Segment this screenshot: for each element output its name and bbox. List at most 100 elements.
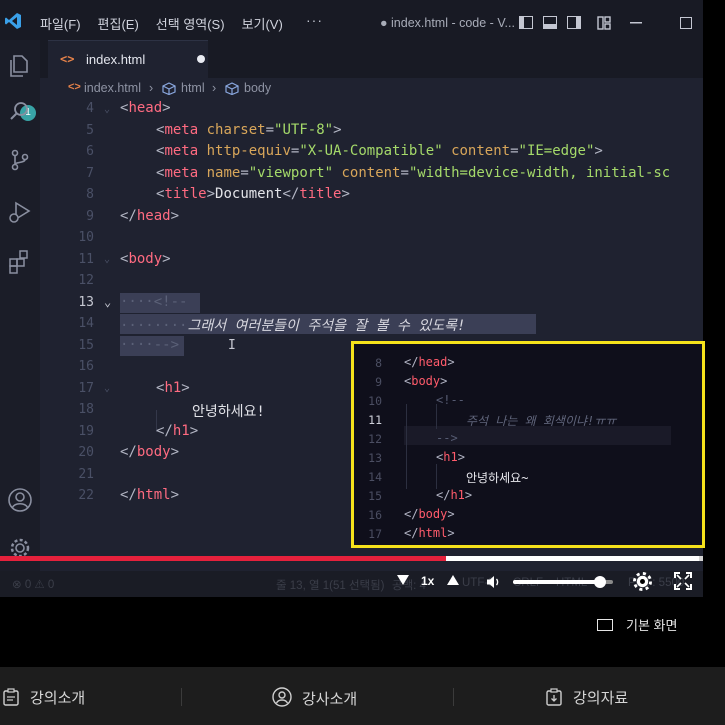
- code-line: -->: [436, 431, 458, 445]
- line-number: 14: [78, 316, 94, 331]
- maximize-icon[interactable]: [680, 17, 692, 29]
- code-line: <h1>: [156, 380, 190, 396]
- minimize-icon[interactable]: [630, 22, 642, 24]
- line-number: 18: [78, 402, 94, 417]
- played-range: [0, 556, 446, 561]
- breadcrumb-body[interactable]: body: [244, 81, 271, 95]
- speed-down-icon[interactable]: [397, 575, 409, 585]
- default-view-label: 기본 화면: [626, 618, 678, 633]
- code-line: 안녕하세요!: [192, 404, 265, 420]
- lecture-nav-bar: 강의소개 강사소개 강의자료: [0, 667, 725, 725]
- speed-up-icon[interactable]: [447, 575, 459, 585]
- fold-chevron-icon[interactable]: ⌄: [104, 104, 110, 115]
- line-number: 16: [368, 508, 382, 522]
- line-number: 13: [368, 451, 382, 465]
- line-number: 15: [368, 489, 382, 503]
- breadcrumb: <> index.html › html › body: [40, 78, 703, 98]
- user-icon: [272, 687, 292, 707]
- right-edge: [703, 0, 725, 597]
- code-line: <meta http-equiv="X-UA-Compatible" conte…: [156, 143, 603, 159]
- account-icon[interactable]: [6, 486, 34, 514]
- menu-file[interactable]: 파일(F): [40, 14, 81, 33]
- line-number: 9: [86, 209, 94, 224]
- source-control-icon[interactable]: [6, 146, 34, 174]
- more-menus-button[interactable]: ···: [306, 12, 323, 28]
- line-number: 5: [86, 123, 94, 138]
- toggle-sidebar-icon[interactable]: [519, 16, 533, 29]
- menu-bar: 파일(F) 편집(E) 선택 영역(S) 보기(V): [40, 14, 283, 33]
- toggle-secondary-sidebar-icon[interactable]: [567, 16, 581, 29]
- menu-view[interactable]: 보기(V): [242, 14, 283, 33]
- toggle-panel-icon[interactable]: [543, 16, 557, 29]
- code-line: </h1>: [436, 488, 473, 502]
- code-line: <head>: [120, 100, 171, 116]
- breadcrumb-html[interactable]: html: [181, 81, 205, 95]
- line-number: 9: [375, 375, 382, 389]
- fold-chevron-icon[interactable]: ⌄: [104, 295, 111, 309]
- breadcrumb-file[interactable]: index.html: [84, 81, 141, 95]
- line-number: 7: [86, 166, 94, 181]
- customize-layout-icon[interactable]: [597, 16, 611, 30]
- code-line: 안녕하세요~: [466, 471, 529, 485]
- line-number: 14: [368, 470, 382, 484]
- code-line: </body>: [120, 444, 180, 460]
- line-number: 6: [86, 144, 94, 159]
- video-progress-bar[interactable]: [0, 556, 703, 561]
- code-line: <title>Document</title>: [156, 186, 350, 202]
- nav-instructor-intro[interactable]: 강사소개: [272, 687, 357, 709]
- element-cube-icon: [225, 82, 239, 95]
- line-number: 12: [368, 432, 382, 446]
- fold-chevron-icon[interactable]: ⌄: [104, 254, 110, 265]
- line-number: 8: [86, 187, 94, 202]
- extensions-icon[interactable]: [6, 248, 34, 276]
- nav-lecture-intro-label: 강의소개: [30, 690, 86, 707]
- indent-guide: [436, 404, 437, 429]
- line-number: 15: [78, 338, 94, 353]
- line-number: 4: [86, 101, 94, 116]
- code-line: <meta charset="UTF-8">: [156, 122, 342, 138]
- editor-tab-bar: <> index.html: [40, 40, 703, 78]
- line-number-current: 11: [368, 413, 382, 427]
- unsaved-dot-icon[interactable]: [197, 55, 205, 63]
- code-line: </head>: [404, 355, 455, 369]
- indent-guide: [436, 464, 437, 489]
- nav-lecture-materials[interactable]: 강의자료: [545, 687, 628, 708]
- code-line: </head>: [120, 208, 180, 224]
- code-line: ········그래서 여러분들이 주석을 잘 볼 수 있도록!: [120, 318, 466, 334]
- code-line: ····<!--: [120, 294, 188, 310]
- default-view-button[interactable]: 기본 화면: [597, 615, 677, 634]
- nav-instructor-intro-label: 강사소개: [302, 691, 358, 708]
- fold-chevron-icon[interactable]: ⌄: [104, 383, 110, 394]
- code-line: </html>: [120, 487, 180, 503]
- nav-lecture-intro[interactable]: 강의소개: [2, 687, 85, 708]
- line-number-current: 13: [78, 295, 94, 310]
- html-file-icon: <>: [60, 52, 75, 66]
- activity-bar: 1: [0, 40, 40, 597]
- download-file-icon: [546, 688, 562, 706]
- line-number: 17: [368, 527, 382, 541]
- code-line: <!--: [436, 393, 465, 407]
- explorer-icon[interactable]: [6, 52, 34, 80]
- volume-knob[interactable]: [594, 576, 606, 588]
- line-number: 10: [368, 394, 382, 408]
- nav-lecture-materials-label: 강의자료: [573, 690, 629, 707]
- fullscreen-icon[interactable]: [674, 572, 692, 590]
- playback-speed: 1x: [421, 574, 435, 588]
- volume-slider[interactable]: [513, 576, 613, 588]
- tab-index-html[interactable]: <> index.html: [48, 40, 208, 78]
- menu-selection[interactable]: 선택 영역(S): [156, 14, 225, 33]
- nav-divider: [181, 688, 182, 706]
- inset-code-view: 8 9 10 11 12 13 14 15 16 17 </head> <bod…: [351, 341, 705, 548]
- line-number: 20: [78, 445, 94, 460]
- run-debug-icon[interactable]: [6, 198, 34, 226]
- title-bar: 파일(F) 편집(E) 선택 영역(S) 보기(V) ··· ● index.h…: [0, 0, 703, 40]
- menu-edit[interactable]: 편집(E): [98, 14, 139, 33]
- search-icon[interactable]: [6, 98, 34, 126]
- code-line: 주석 나는 왜 회색이냐!ㅠㅠ: [466, 414, 617, 428]
- settings-gear-icon[interactable]: [633, 572, 652, 591]
- text-cursor-icon: I: [228, 338, 236, 353]
- tab-label: index.html: [86, 52, 146, 67]
- code-line: <meta name="viewport" content="width=dev…: [156, 165, 671, 181]
- code-line: </body>: [404, 507, 455, 521]
- volume-icon[interactable]: [486, 574, 502, 590]
